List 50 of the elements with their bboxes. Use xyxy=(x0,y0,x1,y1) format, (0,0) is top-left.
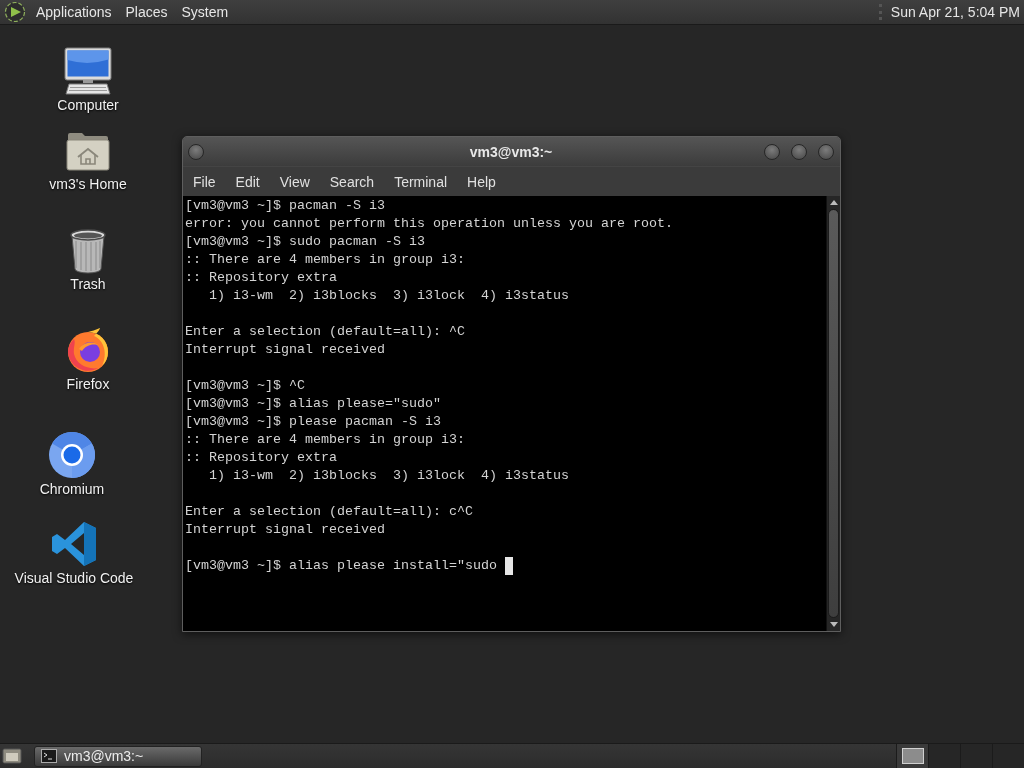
desktop-icon-label[interactable]: Visual Studio Code xyxy=(14,570,134,587)
terminal-line: [vm3@vm3 ~]$ sudo pacman -S i3 xyxy=(185,233,425,251)
terminal-line: 1) i3-wm 2) i3blocks 3) i3lock 4) i3status xyxy=(208,287,569,305)
terminal-line: [vm3@vm3 ~]$ alias please install="sudo xyxy=(185,557,497,575)
ribbon-logo-icon[interactable] xyxy=(50,520,98,568)
desktop-icon-label[interactable]: Chromium xyxy=(39,481,105,498)
terminal-line: :: Repository extra xyxy=(185,449,337,467)
desktop-icon-label[interactable]: Computer xyxy=(57,97,119,114)
menu-logo-icon[interactable] xyxy=(4,1,26,23)
terminal-line: :: Repository extra xyxy=(185,269,337,287)
panel-menu[interactable]: Places xyxy=(118,1,175,23)
ring-logo-icon[interactable] xyxy=(48,431,96,479)
menu-item[interactable]: Terminal xyxy=(384,169,458,194)
minimize-button[interactable] xyxy=(764,143,780,160)
monitor-icon[interactable] xyxy=(64,47,112,95)
desktop-icon-label[interactable]: Trash xyxy=(70,276,106,293)
panel-menu[interactable]: Applications xyxy=(29,1,119,23)
menu-item[interactable]: File xyxy=(183,169,226,194)
menu-item[interactable]: Edit xyxy=(225,169,270,194)
workspace-button[interactable] xyxy=(896,744,928,768)
panel-menu[interactable]: System xyxy=(174,1,236,23)
desktop-icon-label[interactable]: Firefox xyxy=(66,376,110,393)
desktop-icon-label[interactable]: vm3's Home xyxy=(49,176,127,193)
terminal-line: :: There are 4 members in group i3: xyxy=(185,251,465,269)
scrollbar-thumb[interactable] xyxy=(828,209,839,618)
show-desktop-icon[interactable] xyxy=(2,747,22,765)
terminal-line: :: There are 4 members in group i3: xyxy=(185,431,465,449)
terminal-line: Interrupt signal received xyxy=(185,341,385,359)
terminal-line: 1) i3-wm 2) i3blocks 3) i3lock 4) i3status xyxy=(208,467,569,485)
terminal-icon xyxy=(41,749,57,763)
taskbar-button[interactable]: vm3@vm3:~ xyxy=(34,745,202,767)
terminal-line: [vm3@vm3 ~]$ pacman -S i3 xyxy=(185,197,385,215)
window-menu-button[interactable] xyxy=(188,143,204,160)
close-button[interactable] xyxy=(818,143,834,160)
terminal-line: [vm3@vm3 ~]$ please pacman -S i3 xyxy=(185,413,441,431)
terminal-line: Enter a selection (default=all): c^C xyxy=(185,503,473,521)
scrollbar[interactable] xyxy=(826,196,840,631)
maximize-button[interactable] xyxy=(791,143,807,160)
terminal-line: [vm3@vm3 ~]$ ^C xyxy=(185,377,305,395)
menu-item[interactable]: View xyxy=(269,169,320,194)
menu-item[interactable]: Search xyxy=(319,169,385,194)
window-title: vm3@vm3:~ xyxy=(469,143,553,160)
scroll-down-arrow-icon[interactable] xyxy=(829,622,838,627)
terminal-line: Enter a selection (default=all): ^C xyxy=(185,323,465,341)
clock-text[interactable]: Sun Apr 21, 5:04 PM xyxy=(886,1,1024,23)
terminal-line: [vm3@vm3 ~]$ alias please="sudo" xyxy=(185,395,441,413)
terminal-line: Interrupt signal received xyxy=(185,521,385,539)
terminal-line: error: you cannot perform this operation unless you are root. xyxy=(185,215,673,233)
menu-item[interactable]: Help xyxy=(457,169,506,194)
scroll-up-arrow-icon[interactable] xyxy=(829,200,838,205)
